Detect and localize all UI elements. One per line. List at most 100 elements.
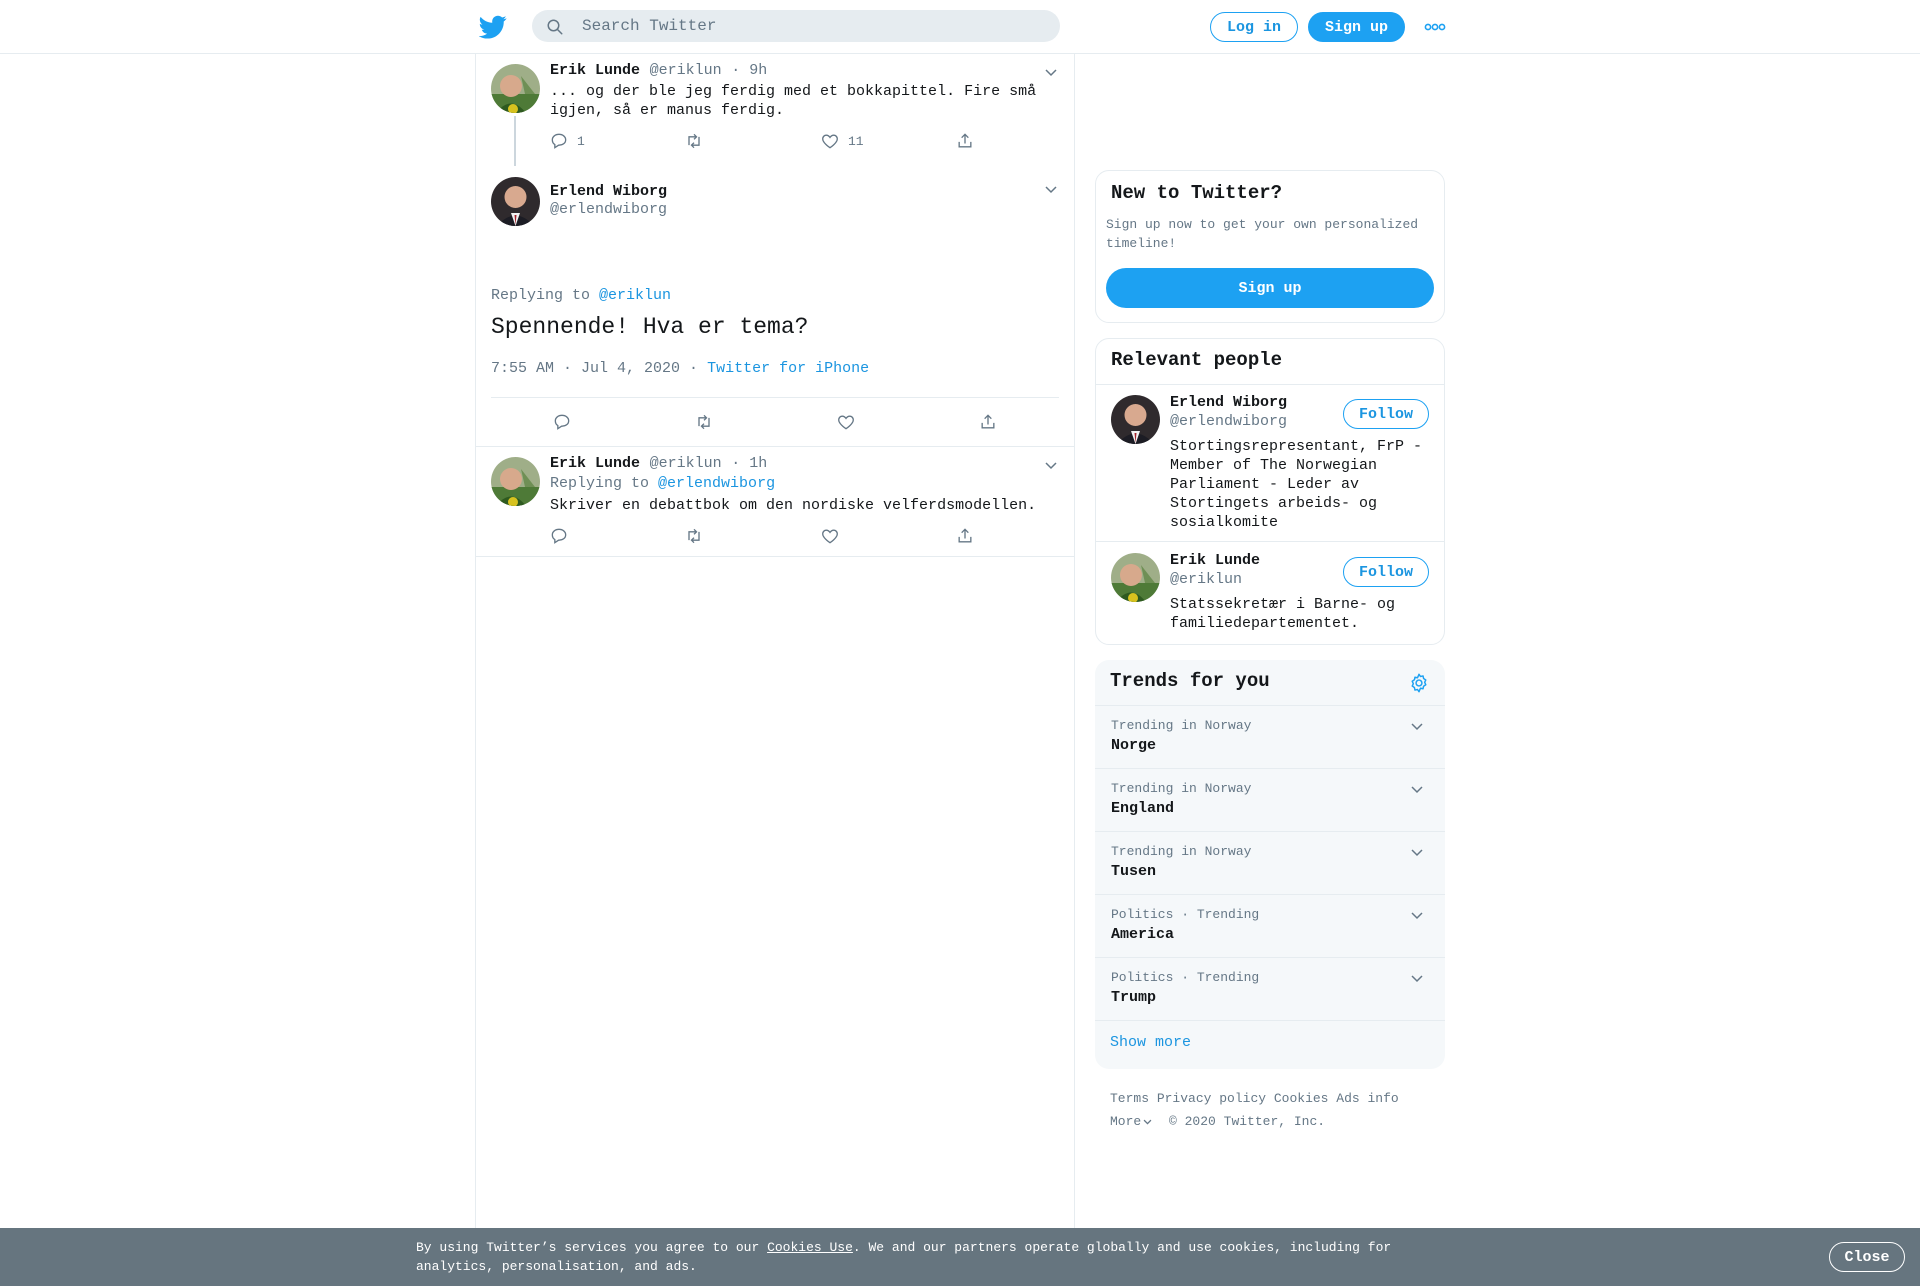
- footer-more-menu[interactable]: More: [1110, 1114, 1153, 1129]
- divider: [491, 397, 1059, 398]
- reply-action[interactable]: [552, 412, 580, 432]
- person-handle[interactable]: @erlendwiborg: [1170, 413, 1287, 430]
- author-name[interactable]: Erik Lunde: [550, 62, 640, 79]
- reply-action[interactable]: 1: [549, 131, 585, 151]
- person-name[interactable]: Erlend Wiborg: [1170, 394, 1287, 411]
- chevron-down-icon[interactable]: [1409, 781, 1425, 797]
- reply-count: 1: [577, 133, 585, 149]
- footer-privacy-link[interactable]: Privacy policy: [1157, 1091, 1266, 1106]
- reply-action[interactable]: [549, 526, 577, 546]
- reply-icon: [554, 414, 570, 430]
- like-action[interactable]: [820, 526, 848, 546]
- avatar-erik-lunde[interactable]: [1111, 553, 1160, 602]
- retweet-icon: [688, 528, 700, 544]
- ancestor-tweet[interactable]: Erik Lunde @eriklun · 9h ... og der ble …: [476, 54, 1074, 166]
- like-count: 11: [848, 133, 864, 149]
- share-icon: [981, 414, 995, 429]
- follow-button[interactable]: Follow: [1343, 399, 1429, 429]
- replying-to-line: Replying to @eriklun: [491, 287, 672, 304]
- settings-gear-icon[interactable]: [1408, 672, 1430, 694]
- retweet-action[interactable]: [694, 412, 722, 432]
- tweet-timestamp[interactable]: 7:55 AM · Jul 4, 2020: [491, 360, 680, 377]
- retweet-action[interactable]: [684, 131, 712, 151]
- trend-item[interactable]: Trending in Norway Norge: [1095, 705, 1445, 768]
- top-navigation-bar: Log in Sign up: [0, 0, 1920, 54]
- share-action[interactable]: [955, 131, 983, 151]
- twitter-bird-icon[interactable]: [479, 13, 507, 41]
- tweet-source-link[interactable]: Twitter for iPhone: [707, 360, 869, 377]
- author-name[interactable]: Erlend Wiborg: [550, 183, 667, 200]
- sidebar-signup-button[interactable]: Sign up: [1106, 268, 1434, 308]
- footer-cookies-link[interactable]: Cookies: [1274, 1091, 1329, 1106]
- share-action[interactable]: [978, 412, 1006, 432]
- divider: [1095, 1020, 1445, 1021]
- reply-icon: [551, 528, 567, 544]
- avatar-erik-lunde[interactable]: [491, 64, 540, 113]
- avatar-erik-lunde[interactable]: [491, 457, 540, 506]
- author-name[interactable]: Erik Lunde: [550, 455, 640, 472]
- trend-item[interactable]: Trending in Norway Tusen: [1095, 831, 1445, 894]
- person-name[interactable]: Erik Lunde: [1170, 552, 1260, 569]
- person-bio: Statssekretær i Barne- og familiedeparte…: [1170, 596, 1396, 632]
- chevron-down-icon[interactable]: [1043, 64, 1059, 80]
- relevant-people-card: Relevant people Erlend Wiborg @erlendwib…: [1095, 338, 1445, 645]
- author-handle[interactable]: @eriklun: [650, 62, 722, 79]
- show-more-link[interactable]: Show more: [1110, 1034, 1191, 1051]
- retweet-icon: [698, 414, 710, 430]
- footer-terms-link[interactable]: Terms: [1110, 1091, 1149, 1106]
- reply-tweet[interactable]: Erik Lunde @eriklun · 1h Replying to @er…: [476, 447, 1074, 557]
- chevron-down-icon[interactable]: [1409, 907, 1425, 923]
- follow-button[interactable]: Follow: [1343, 557, 1429, 587]
- trend-item[interactable]: Politics · Trending America: [1095, 894, 1445, 957]
- card-title: Trends for you: [1110, 670, 1270, 692]
- chevron-down-icon[interactable]: [1043, 181, 1059, 197]
- heart-icon: [822, 134, 838, 149]
- person-item[interactable]: Erik Lunde @eriklun Follow Statssekretær…: [1096, 543, 1444, 644]
- search-icon: [547, 19, 563, 35]
- trend-item[interactable]: Trending in Norway England: [1095, 768, 1445, 831]
- footer-ads-info-link[interactable]: Ads info: [1336, 1091, 1398, 1106]
- tweet-time[interactable]: · 1h: [731, 455, 767, 472]
- replying-to-link[interactable]: @erlendwiborg: [658, 475, 775, 492]
- person-handle[interactable]: @eriklun: [1170, 571, 1242, 588]
- chevron-down-icon[interactable]: [1043, 457, 1059, 473]
- like-action[interactable]: 11: [820, 131, 864, 151]
- focused-tweet: Erlend Wiborg @erlendwiborg Replying to …: [476, 166, 1074, 447]
- author-handle[interactable]: @eriklun: [650, 455, 722, 472]
- tweet-text: Spennende! Hva er tema?: [491, 314, 809, 340]
- chevron-down-icon[interactable]: [1409, 718, 1425, 734]
- trend-context: Trending in Norway: [1111, 844, 1252, 859]
- tweet-time[interactable]: · 9h: [731, 62, 767, 79]
- share-action[interactable]: [955, 526, 983, 546]
- replying-to-line: Replying to @erlendwiborg: [550, 475, 776, 492]
- avatar-erlend-wiborg[interactable]: [1111, 395, 1160, 444]
- avatar-erlend-wiborg[interactable]: [491, 177, 540, 226]
- cookie-close-button[interactable]: Close: [1829, 1242, 1905, 1272]
- chevron-down-icon: [1143, 1119, 1152, 1125]
- like-action[interactable]: [836, 412, 864, 432]
- trend-context: Trending in Norway: [1111, 781, 1252, 796]
- heart-icon: [822, 529, 838, 544]
- author-handle[interactable]: @erlendwiborg: [550, 201, 667, 218]
- login-button[interactable]: Log in: [1210, 12, 1298, 42]
- cookie-consent-bar: By using Twitter’s services you agree to…: [0, 1228, 1920, 1286]
- chevron-down-icon[interactable]: [1409, 970, 1425, 986]
- cookie-message: By using Twitter’s services you agree to…: [416, 1240, 1392, 1274]
- cookies-use-link[interactable]: Cookies Use: [767, 1240, 853, 1255]
- chevron-down-icon[interactable]: [1409, 844, 1425, 860]
- conversation-column: Erik Lunde @eriklun · 9h ... og der ble …: [475, 54, 1075, 1286]
- search-box[interactable]: [532, 10, 1060, 42]
- reply-icon: [551, 133, 567, 149]
- share-icon: [958, 133, 972, 148]
- tweet-text: Skriver en debattbok om den nordiske vel…: [550, 497, 1037, 514]
- signup-button[interactable]: Sign up: [1308, 12, 1405, 42]
- replying-to-link[interactable]: @eriklun: [599, 287, 671, 304]
- heart-icon: [838, 415, 854, 430]
- person-item[interactable]: Erlend Wiborg @erlendwiborg Follow Stort…: [1096, 385, 1444, 542]
- retweet-action[interactable]: [684, 526, 712, 546]
- more-dots-icon[interactable]: [1424, 20, 1446, 34]
- person-bio: Stortingsrepresentant, FrP - Member of T…: [1170, 438, 1423, 531]
- footer-copyright: © 2020 Twitter, Inc.: [1169, 1114, 1326, 1129]
- search-input[interactable]: [582, 10, 1042, 42]
- trend-item[interactable]: Politics · Trending Trump: [1095, 957, 1445, 1020]
